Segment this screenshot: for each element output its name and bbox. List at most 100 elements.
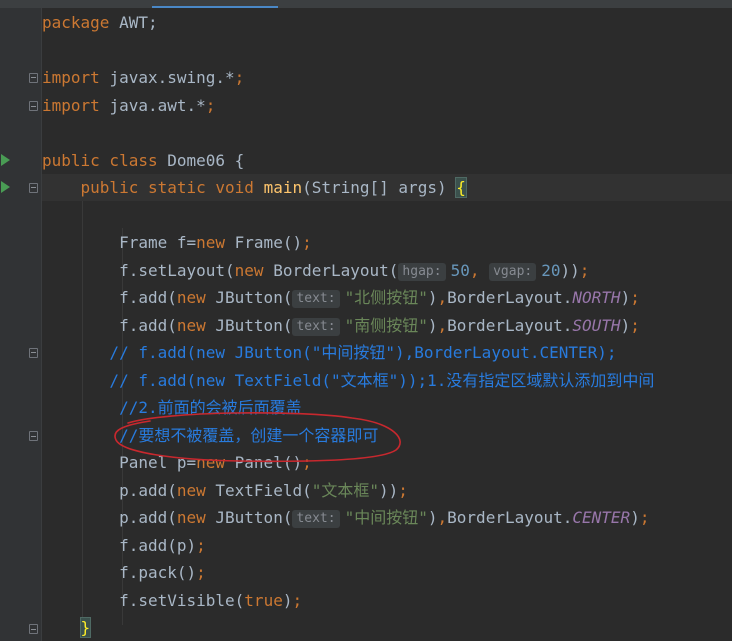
code-token: JButton( [215, 316, 293, 335]
code-token: ) [630, 508, 640, 527]
code-token: ) [620, 288, 631, 307]
code-token: java.awt.* [109, 96, 206, 115]
code-token: JButton( [215, 288, 293, 307]
code-token: ) [427, 316, 438, 335]
code-token: f.setVisible( [42, 591, 245, 610]
code-token: main [263, 178, 303, 197]
code-token: Frame() [234, 233, 303, 252]
code-token: "文本框" [311, 481, 379, 500]
code-token: Panel p= [42, 453, 197, 472]
code-token: new [176, 316, 216, 335]
code-line[interactable]: f.pack(); [42, 559, 206, 586]
code-line[interactable]: import javax.swing.*; [42, 64, 244, 91]
code-token: package [42, 13, 120, 32]
fold-comment-end-icon[interactable] [29, 431, 38, 441]
parameter-hint: vgap: [489, 263, 537, 281]
editor-tab-bar[interactable] [0, 0, 732, 8]
code-token: BorderLayout. [447, 508, 573, 527]
code-token: new [176, 288, 216, 307]
code-token: new [196, 453, 235, 472]
code-token: public static void [42, 178, 264, 197]
code-token: ; [292, 591, 303, 610]
code-token: , [437, 316, 448, 335]
code-token: new [234, 261, 274, 280]
parameter-hint: text: [292, 318, 340, 336]
code-token: public class [42, 151, 168, 170]
code-line[interactable]: f.add(new JButton(text: "南侧按钮"),BorderLay… [42, 312, 640, 339]
code-line[interactable]: //2.前面的会被后面覆盖 [42, 394, 302, 421]
code-token: import [42, 96, 110, 115]
code-token: // f.add(new JButton("中间按钮"),BorderLayou… [42, 343, 617, 362]
code-token: BorderLayout( [273, 261, 399, 280]
code-token: 20 [541, 261, 561, 280]
code-token: Panel() [234, 453, 303, 472]
code-editor[interactable]: package AWT; import javax.swing.*; import … [0, 0, 732, 641]
parameter-hint: hgap: [398, 263, 446, 281]
code-token: true [244, 591, 283, 610]
code-token: JButton( [215, 508, 293, 527]
code-token: TextField( [215, 481, 312, 500]
fold-main-end-icon[interactable] [29, 624, 38, 634]
code-token: , [437, 288, 448, 307]
code-token: SOUTH [572, 316, 621, 335]
code-token: f.add( [42, 316, 177, 335]
code-token: ; [234, 68, 245, 87]
code-line[interactable]: f.add(new JButton(text: "北侧按钮"),BorderLay… [42, 284, 640, 311]
code-token: ; [302, 233, 312, 252]
code-token: , [469, 261, 490, 280]
fold-imports-icon[interactable] [29, 73, 38, 83]
code-token: f.add( [42, 288, 177, 307]
code-line[interactable]: //要想不被覆盖，创建一个容器即可 [42, 422, 378, 449]
code-line[interactable]: public static void main(String[] args) { [42, 174, 467, 201]
code-token: "南侧按钮" [344, 316, 428, 335]
code-token: // f.add(new TextField("文本框"));1.没有指定区域默… [42, 371, 655, 390]
code-line[interactable]: // f.add(new JButton("中间按钮"),BorderLayou… [42, 339, 617, 366]
active-tab-indicator [152, 6, 278, 8]
code-line[interactable]: package AWT; [42, 9, 158, 36]
code-line[interactable]: f.add(p); [42, 532, 206, 559]
fold-main-icon[interactable] [29, 183, 38, 193]
code-token: new [176, 481, 216, 500]
code-token: , [437, 508, 448, 527]
code-token: f.setLayout( [42, 261, 235, 280]
fold-imports-end-icon[interactable] [29, 101, 38, 111]
code-token: f.add(p) [42, 536, 197, 555]
code-token: p.add( [42, 508, 177, 527]
code-line[interactable]: f.setVisible(true); [42, 587, 302, 614]
code-token: ; [302, 453, 312, 472]
code-line[interactable]: public class Dome06 { [42, 147, 244, 174]
code-token: import [42, 68, 110, 87]
code-token: new [196, 233, 235, 252]
code-line[interactable]: f.setLayout(new BorderLayout(hgap: 50, vg… [42, 257, 589, 284]
code-token: BorderLayout. [447, 288, 573, 307]
code-token: { [455, 177, 467, 198]
code-token: ) [427, 508, 438, 527]
code-token: p.add( [42, 481, 177, 500]
code-token: AWT; [119, 13, 158, 32]
run-main-icon[interactable] [1, 181, 10, 193]
parameter-hint: text: [292, 510, 340, 528]
code-token: )) [560, 261, 580, 280]
code-token: ; [205, 96, 216, 115]
code-line[interactable]: } [42, 614, 92, 641]
code-token: ) [620, 316, 631, 335]
code-token: ; [639, 508, 650, 527]
code-line[interactable]: p.add(new TextField("文本框")); [42, 477, 408, 504]
parameter-hint: text: [292, 290, 340, 308]
code-line[interactable]: p.add(new JButton(text: "中间按钮"),BorderLay… [42, 504, 649, 531]
code-token: ; [398, 481, 408, 500]
code-line[interactable]: import java.awt.*; [42, 92, 215, 119]
code-token: NORTH [572, 288, 621, 307]
code-token: new [176, 508, 216, 527]
code-token: "北侧按钮" [344, 288, 428, 307]
code-line[interactable]: Panel p=new Panel(); [42, 449, 312, 476]
code-token: (String[] args) [302, 178, 457, 197]
code-token: ; [630, 316, 640, 335]
code-token: Frame f= [42, 233, 197, 252]
fold-comment-block-icon[interactable] [29, 348, 38, 358]
code-line[interactable]: // f.add(new TextField("文本框"));1.没有指定区域默… [42, 367, 654, 394]
code-line[interactable]: Frame f=new Frame(); [42, 229, 312, 256]
run-class-icon[interactable] [1, 154, 10, 166]
code-token: BorderLayout. [447, 316, 573, 335]
